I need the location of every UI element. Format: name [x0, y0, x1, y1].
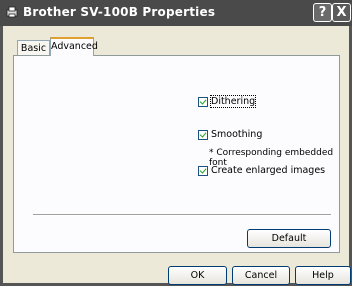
enlarged-option[interactable]: Create enlarged images	[198, 165, 325, 176]
smoothing-option[interactable]: Smoothing	[198, 129, 262, 140]
separator	[33, 214, 331, 216]
enlarged-label: Create enlarged images	[211, 165, 326, 176]
dithering-option[interactable]: Dithering	[198, 95, 257, 108]
smoothing-checkbox[interactable]	[198, 129, 208, 140]
smoothing-label: Smoothing	[211, 129, 263, 140]
printer-icon	[6, 6, 18, 18]
window-title: Brother SV-100B Properties	[23, 5, 216, 19]
ok-button[interactable]: OK	[168, 266, 227, 285]
dithering-label: Dithering	[209, 95, 257, 108]
help-title-button[interactable]: ?	[313, 3, 332, 22]
help-button[interactable]: Help	[295, 266, 351, 285]
tab-advanced[interactable]: Advanced	[50, 37, 98, 56]
default-button[interactable]: Default	[247, 229, 331, 248]
title-bar: Brother SV-100B Properties ? X	[0, 0, 352, 26]
close-button[interactable]: X	[332, 3, 351, 22]
dithering-checkbox[interactable]	[198, 96, 208, 107]
cancel-button[interactable]: Cancel	[232, 266, 290, 285]
enlarged-checkbox[interactable]	[198, 165, 208, 176]
